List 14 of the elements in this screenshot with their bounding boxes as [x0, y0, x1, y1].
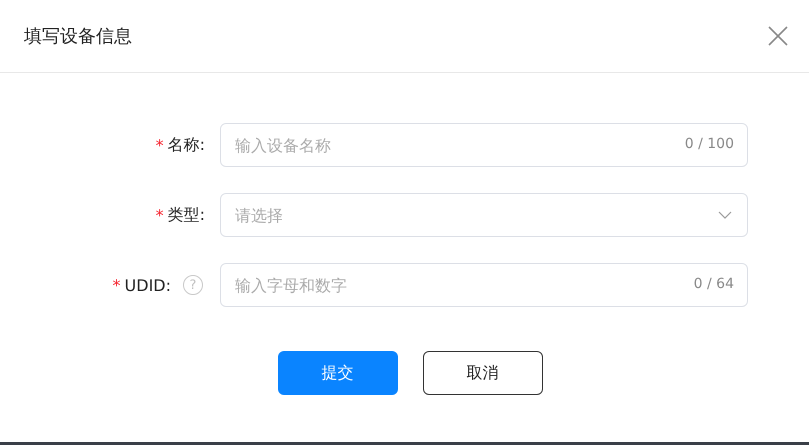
- select-field[interactable]: 请选择: [220, 193, 748, 237]
- field-label: UDID:: [124, 276, 171, 294]
- submit-button[interactable]: 提交: [278, 351, 398, 395]
- chevron-down-icon: [718, 211, 732, 219]
- character-counter: 0 / 100: [684, 136, 734, 152]
- required-mark: *: [156, 136, 164, 154]
- required-mark: *: [112, 276, 121, 294]
- required-mark: *: [156, 206, 164, 224]
- field-label: 类型:: [168, 204, 205, 226]
- character-counter: 0 / 64: [694, 276, 734, 292]
- field-label: 名称:: [168, 134, 205, 156]
- close-button[interactable]: [767, 25, 789, 47]
- cancel-button[interactable]: 取消: [422, 351, 542, 395]
- dialog-title: 填写设备信息: [24, 25, 132, 48]
